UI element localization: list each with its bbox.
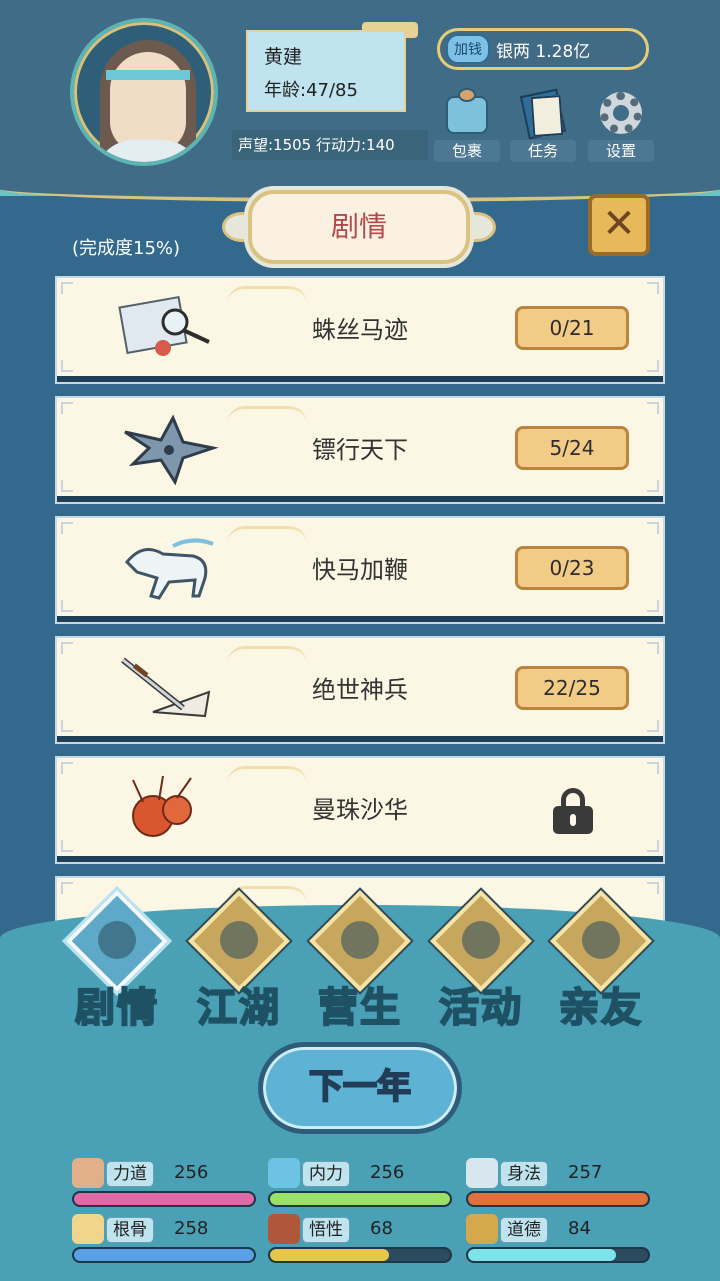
attr-label: 内力: [302, 1161, 350, 1187]
attr-label: 道德: [500, 1217, 548, 1243]
attr-label: 悟性: [302, 1217, 350, 1243]
attr-value: 68: [370, 1218, 393, 1239]
friends-emblem-icon: [582, 921, 620, 959]
book-icon: [466, 1214, 498, 1244]
name-card: 黄建 年龄:47/85: [246, 30, 406, 112]
story-emblem-icon: [98, 921, 136, 959]
attr-value: 257: [568, 1162, 603, 1183]
attr-label: 根骨: [106, 1217, 154, 1243]
attr-strength: 力道 256: [72, 1158, 256, 1207]
magnifier-scroll-icon: [118, 295, 210, 356]
nav-friends-label: 亲友: [558, 983, 643, 1032]
attr-bar-fill: [270, 1193, 450, 1205]
attr-agility: 身法 257: [466, 1158, 650, 1207]
story-title: 蛛丝马迹: [312, 316, 408, 344]
story-card-3[interactable]: 快马加鞭 0/23: [57, 518, 663, 622]
book-icon: [518, 88, 568, 140]
attr-bar: [72, 1191, 256, 1207]
story-progress-badge: 22/25: [515, 666, 629, 710]
nav-activity-label: 活动: [438, 983, 523, 1032]
attr-label: 身法: [500, 1161, 548, 1187]
attr-bone: 根骨 258: [72, 1214, 256, 1263]
avatar[interactable]: [70, 18, 218, 166]
story-title: 镖行天下: [312, 436, 408, 464]
nav-activity[interactable]: 活动: [426, 890, 536, 1035]
nav-livelihood[interactable]: 营生: [305, 890, 415, 1035]
next-year-button[interactable]: 下一年: [258, 1042, 462, 1134]
story-title: 绝世神兵: [312, 676, 408, 704]
attr-value: 256: [370, 1162, 405, 1183]
attr-value: 256: [174, 1162, 209, 1183]
attr-bar-fill: [270, 1249, 389, 1261]
attr-bar-fill: [74, 1249, 254, 1261]
nav-jianghu[interactable]: 江湖: [184, 890, 294, 1035]
gear-icon: [596, 88, 646, 138]
attr-bar-fill: [468, 1193, 648, 1205]
lock-icon: [553, 788, 593, 834]
attr-bar: [268, 1247, 452, 1263]
spider-lily-icon: [132, 775, 192, 837]
nav-jianghu-label: 江湖: [196, 983, 281, 1032]
attr-bar: [466, 1191, 650, 1207]
settings-button[interactable]: 设置: [588, 88, 654, 162]
activity-emblem-icon: [462, 921, 500, 959]
close-button[interactable]: ✕: [588, 194, 650, 256]
attr-value: 84: [568, 1218, 591, 1239]
bag-icon: [442, 88, 492, 138]
attr-inner-power: 内力 256: [268, 1158, 452, 1207]
horse-icon: [124, 538, 214, 600]
story-title: 快马加鞭: [312, 556, 408, 584]
attr-value: 258: [174, 1218, 209, 1239]
story-progress-badge: 5/24: [515, 426, 629, 470]
attr-label: 力道: [106, 1161, 154, 1187]
task-button[interactable]: 任务: [510, 88, 576, 162]
attr-bar-fill: [468, 1249, 616, 1261]
attr-morality: 道德 84: [466, 1214, 650, 1263]
reputation-action-points: 声望:1505 行动力:140: [232, 130, 428, 160]
arm-icon: [72, 1158, 104, 1188]
attr-wisdom: 悟性 68: [268, 1214, 452, 1263]
game-screen: 黄建 年龄:47/85 声望:1505 行动力:140 加钱 银两 1.28亿 …: [0, 0, 720, 1281]
jianghu-emblem-icon: [220, 921, 258, 959]
settings-label: 设置: [588, 140, 654, 162]
story-card-4[interactable]: 绝世神兵 22/25: [57, 638, 663, 742]
bag-button[interactable]: 包裹: [434, 88, 500, 162]
shuriken-icon: [124, 414, 219, 486]
story-title: 曼珠沙华: [312, 796, 408, 824]
add-money-button[interactable]: 加钱: [446, 34, 490, 64]
sword-fan-icon: [121, 657, 211, 718]
attr-bar: [268, 1191, 452, 1207]
story-progress-badge: 0/23: [515, 546, 629, 590]
player-name: 黄建: [264, 46, 303, 68]
nav-story[interactable]: 剧情: [62, 890, 172, 1035]
attr-bar: [466, 1247, 650, 1263]
attr-bar: [72, 1247, 256, 1263]
task-label: 任务: [510, 140, 576, 162]
attr-bar-fill: [74, 1193, 254, 1205]
story-progress-badge: 0/21: [515, 306, 629, 350]
story-card-2[interactable]: 镖行天下 5/24: [57, 398, 663, 502]
story-card-1[interactable]: 蛛丝马迹 0/21: [57, 278, 663, 382]
spark-icon: [72, 1214, 104, 1244]
player-age: 年龄:47/85: [264, 80, 358, 101]
nav-story-label: 剧情: [74, 983, 159, 1032]
nav-friends[interactable]: 亲友: [546, 890, 656, 1035]
avatar-headband: [106, 70, 190, 80]
story-card-5[interactable]: 曼珠沙华: [57, 758, 663, 862]
abacus-emblem-icon: [341, 921, 379, 959]
money-display: 加钱 银两 1.28亿: [437, 28, 649, 70]
avatar-face: [110, 52, 186, 152]
swallow-icon: [466, 1158, 498, 1188]
swirl-icon: [268, 1158, 300, 1188]
bag-label: 包裹: [434, 140, 500, 162]
brain-icon: [268, 1214, 300, 1244]
nav-livelihood-label: 营生: [317, 983, 402, 1032]
panel-title: 剧情: [248, 190, 470, 264]
silver-amount: 银两 1.28亿: [496, 41, 591, 62]
completion-progress: (完成度15%): [72, 238, 181, 259]
